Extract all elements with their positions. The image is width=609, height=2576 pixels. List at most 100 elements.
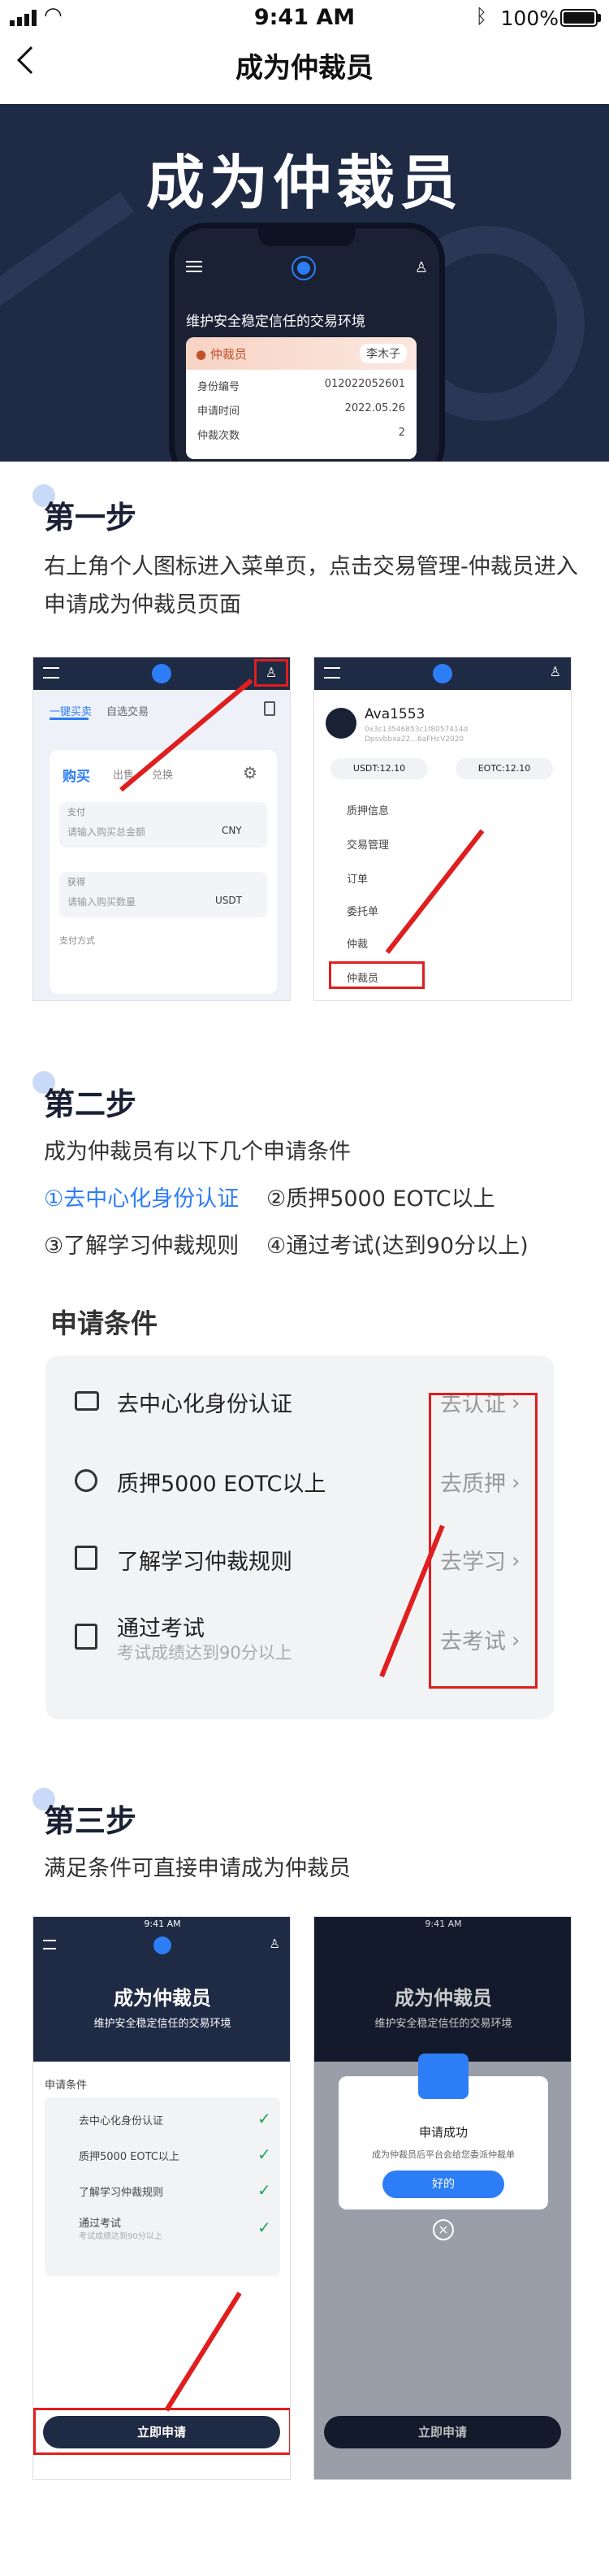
pay-label: 支付 [67, 807, 85, 817]
pay-input: 请输入购买总金额 [67, 826, 146, 838]
avatar [326, 708, 356, 739]
mock-title: 成为仲裁员 [395, 1987, 492, 2010]
book-icon [75, 1546, 97, 1570]
step3-text: 满足条件可直接申请成为仲裁员 [44, 1856, 351, 1881]
condition-2: ②质押5000 EOTC以上 [266, 1186, 495, 1212]
card-row-label: 申请时间 [197, 405, 240, 418]
user-icon: ♙ [269, 1936, 280, 1951]
logo-icon [292, 256, 316, 280]
condition-label: 通过考试 [79, 2218, 122, 2230]
menu-item: 仲裁 [347, 939, 369, 951]
hero-banner: 成为仲裁员 ♙ 维护安全稳定信任的交易环境 ● 仲裁员 李木子 身份编号 012… [0, 104, 609, 462]
mock-subtitle: 维护安全稳定信任的交易环境 [93, 2018, 231, 2030]
card-row-value: 2 [398, 427, 405, 439]
exchange-tab: 兑换 [152, 770, 174, 782]
logo-icon [153, 1936, 171, 1954]
red-arrow [385, 829, 485, 954]
document-icon [264, 701, 275, 716]
screenshot-home: ♙ 一键买卖 自选交易 购买 出售 兑换 ⚙ 支付 请输入购买总金额 CNY 获… [32, 657, 291, 1001]
check-icon: ✓ [257, 2180, 271, 2200]
pay-currency: CNY [222, 825, 242, 836]
clipboard-icon [75, 1624, 97, 1650]
red-arrow [164, 2292, 242, 2412]
step1-title: 第一步 [44, 500, 137, 536]
menu-icon [43, 667, 59, 679]
envelope-icon [418, 2053, 469, 2099]
address-line: Dpsvbbxa22...6aFHcV2020 [365, 735, 464, 744]
user-icon: ♙ [549, 664, 561, 679]
phone-mockup: ♙ 维护安全稳定信任的交易环境 ● 仲裁员 李木子 身份编号 012022052… [169, 223, 445, 462]
menu-item: 质押信息 [347, 805, 390, 817]
address-line: 0x3c13546853c1f8057414d [365, 726, 469, 734]
buy-tab: 购买 [63, 769, 90, 785]
tab-oneclick: 一键买卖 [50, 706, 93, 718]
screenshot-apply: 9:41 AM ♙ 成为仲裁员 维护安全稳定信任的交易环境 申请条件 去中心化身… [32, 1916, 291, 2480]
phone-subtitle: 维护安全稳定信任的交易环境 [186, 314, 365, 330]
check-icon: ✓ [257, 2109, 271, 2128]
battery-percent: 100% [500, 7, 559, 30]
mock-time: 9:41 AM [144, 1919, 181, 1929]
menu-item: 交易管理 [347, 839, 390, 852]
user-icon-highlight: ♙ [254, 659, 288, 687]
id-card-icon [75, 1391, 99, 1411]
conditions-panel-title: 申请条件 [50, 1308, 158, 1339]
apply-button: 立即申请 [324, 2416, 561, 2448]
menu-icon [324, 667, 340, 679]
ok-button[interactable]: 好的 [382, 2171, 504, 2198]
eotc-balance: EOTC:12.10 [456, 758, 553, 779]
pay-method-label: 支付方式 [59, 935, 95, 946]
card-row-label: 身份编号 [197, 381, 240, 393]
bluetooth-icon: ᛒ [475, 5, 487, 28]
step1-text: 右上角个人图标进入菜单页，点击交易管理-仲裁员进入申请成为仲裁员页面 [44, 554, 578, 618]
card-tag: ● 仲裁员 [196, 347, 247, 362]
condition-sublabel: 考试成绩达到90分以上 [79, 2232, 162, 2241]
condition-label: 质押5000 EOTC以上 [79, 2151, 179, 2163]
get-label: 获得 [67, 877, 85, 887]
condition-3: ③了解学习仲裁规则 [44, 1234, 240, 1259]
success-title: 申请成功 [418, 2125, 468, 2140]
menu-item: 仲裁员 [347, 973, 379, 985]
condition-1: ①去中心化身份认证 [44, 1186, 240, 1212]
condition-4: ④通过考试(达到90分以上) [266, 1234, 529, 1259]
mock-time: 9:41 AM [425, 1919, 462, 1929]
badge-icon: ● [196, 347, 210, 362]
conditions-header: 申请条件 [45, 2079, 88, 2092]
arbitrator-card: ● 仲裁员 李木子 身份编号 012022052601 申请时间 2022.05… [186, 337, 417, 459]
battery-icon [560, 9, 598, 27]
step3-title: 第三步 [44, 1803, 137, 1839]
user-name: Ava1553 [365, 706, 425, 722]
gear-icon: ⚙ [243, 763, 257, 783]
card-row-value: 012022052601 [324, 378, 405, 390]
success-text: 成为仲裁员后平台会给您委派仲裁单 [372, 2149, 515, 2160]
condition-label: 去中心化身份认证 [79, 2115, 164, 2127]
screenshot-menu: ♙ Ava1553 0x3c13546853c1f8057414d Dpsvbb… [313, 657, 572, 1001]
pledge-icon [75, 1469, 97, 1492]
user-icon: ♙ [414, 259, 428, 276]
mock-title: 成为仲裁员 [114, 1987, 211, 2010]
logo-icon [152, 664, 171, 683]
apply-highlight [33, 2408, 290, 2455]
page-title: 成为仲裁员 [235, 52, 374, 85]
screenshot-success: 9:41 AM 成为仲裁员 维护安全稳定信任的交易环境 申请成功 成为仲裁员后平… [313, 1916, 572, 2480]
step2-intro: 成为仲裁员有以下几个申请条件 [44, 1139, 351, 1164]
card-row-label: 仲裁次数 [197, 430, 240, 442]
get-input: 请输入购买数量 [67, 896, 136, 908]
usdt-balance: USDT:12.10 [330, 758, 428, 779]
check-icon: ✓ [257, 2218, 271, 2237]
condition-label: 了解学习仲裁规则 [79, 2187, 164, 2199]
card-name: 李木子 [360, 344, 407, 363]
condition-label: 了解学习仲裁规则 [117, 1550, 292, 1575]
mock-subtitle: 维护安全稳定信任的交易环境 [374, 2018, 512, 2030]
tab-custom: 自选交易 [106, 706, 149, 718]
menu-item: 订单 [347, 874, 369, 886]
condition-sublabel: 考试成绩达到90分以上 [117, 1643, 292, 1663]
get-currency: USDT [215, 895, 242, 906]
check-icon: ✓ [257, 2144, 271, 2164]
condition-label: 去中心化身份认证 [117, 1392, 292, 1417]
close-icon[interactable]: × [433, 2219, 454, 2240]
actions-highlight [429, 1393, 538, 1689]
menu-icon [43, 1940, 56, 1949]
logo-icon [433, 664, 452, 683]
card-row-value: 2022.05.26 [344, 402, 405, 414]
condition-label: 通过考试 [117, 1616, 205, 1641]
